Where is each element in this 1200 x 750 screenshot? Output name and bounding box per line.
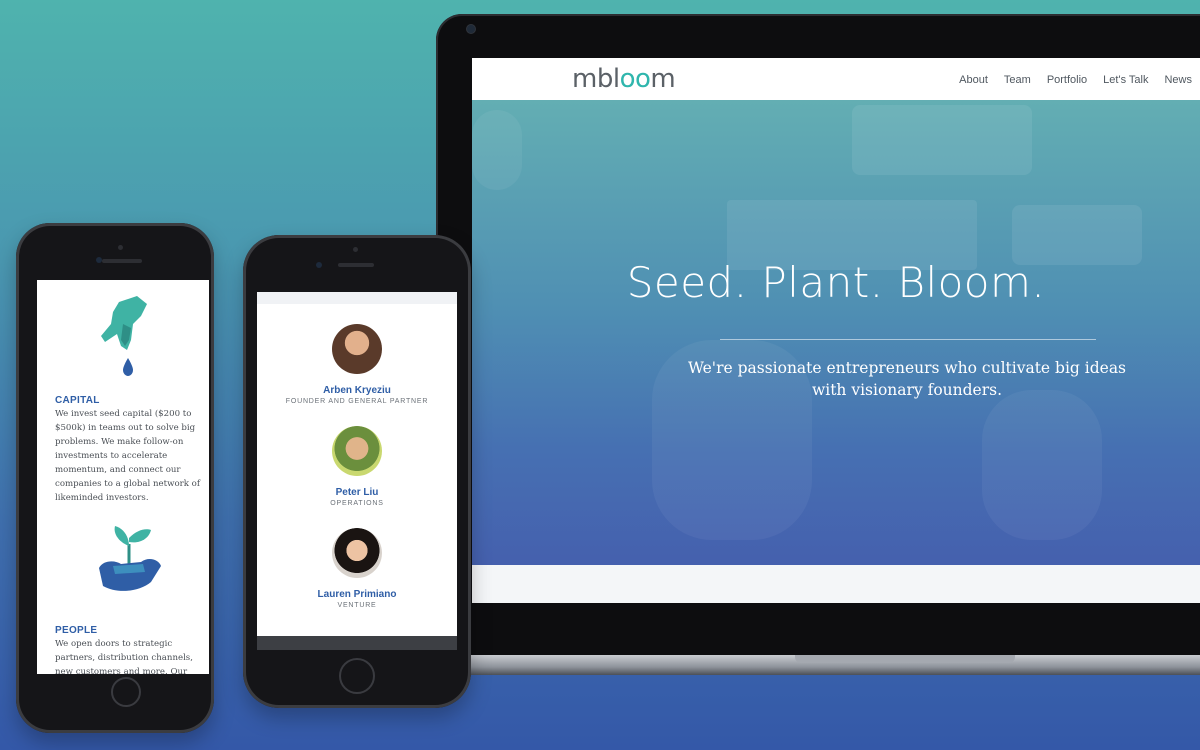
laptop-camera	[467, 25, 475, 33]
phone-camera	[96, 257, 102, 263]
logo-text-start: mbl	[572, 64, 620, 94]
team-member-role: OPERATIONS	[330, 500, 384, 507]
laptop-notch	[795, 655, 1015, 663]
laptop-screen: mbloom About Team Portfolio Let's Talk N…	[472, 58, 1200, 603]
phone-mid-home-button[interactable]	[339, 658, 375, 694]
team-member-role: VENTURE	[337, 602, 377, 609]
nav-about[interactable]: About	[959, 74, 988, 86]
hand-sprout-icon	[99, 526, 161, 591]
section-text-capital: We invest seed capital ($200 to $500k) i…	[55, 409, 201, 503]
phone-speaker	[102, 259, 142, 263]
nav-lets-talk[interactable]: Let's Talk	[1103, 74, 1148, 86]
nav-news[interactable]: News	[1164, 74, 1192, 86]
hero-section: Seed. Plant. Bloom. We're passionate ent…	[472, 100, 1200, 565]
logo-text-oo: oo	[619, 64, 651, 94]
team-member-name[interactable]: Peter Liu	[257, 487, 457, 498]
phone-mid-bottombar	[257, 636, 457, 650]
hero-bg-shape	[1012, 205, 1142, 265]
avatar[interactable]	[332, 324, 382, 374]
phone-sensor	[353, 247, 358, 252]
phone-camera	[316, 262, 322, 268]
hero-bg-shape	[982, 390, 1102, 540]
hero-title: Seed. Plant. Bloom.	[626, 258, 1046, 307]
phone-left-home-button[interactable]	[111, 677, 141, 707]
avatar[interactable]	[332, 426, 382, 476]
nav-team[interactable]: Team	[1004, 74, 1031, 86]
section-text-people: We open doors to strategic partners, dis…	[55, 639, 193, 674]
phone-mid-screen: Arben Kryeziu FOUNDER AND GENERAL PARTNE…	[257, 292, 457, 636]
site-header: mbloom About Team Portfolio Let's Talk N…	[472, 58, 1200, 100]
team-member-role: FOUNDER AND GENERAL PARTNER	[285, 398, 429, 405]
phone-left-screen: CAPITAL We invest seed capital ($200 to …	[37, 280, 209, 674]
hero-bg-shape	[852, 105, 1032, 175]
nav-portfolio[interactable]: Portfolio	[1047, 74, 1087, 86]
hero-subtitle: We're passionate entrepreneurs who culti…	[687, 359, 1127, 399]
logo-text-end: m	[650, 64, 676, 94]
mbloom-logo[interactable]: mbloom	[572, 64, 676, 94]
site-footer-strip	[472, 565, 1200, 603]
phone-speaker	[338, 263, 374, 267]
phone-sensor	[118, 245, 123, 250]
main-nav: About Team Portfolio Let's Talk News	[959, 74, 1192, 86]
hero-bg-shape	[472, 110, 522, 190]
hero-divider	[720, 339, 1096, 340]
section-title-capital: CAPITAL	[55, 395, 100, 406]
phone-mid-topbar	[257, 292, 457, 304]
avatar[interactable]	[332, 528, 382, 578]
team-member-name[interactable]: Lauren Primiano	[257, 589, 457, 600]
section-title-people: PEOPLE	[55, 625, 98, 636]
hand-drop-icon	[101, 296, 147, 376]
team-member-name[interactable]: Arben Kryeziu	[257, 385, 457, 396]
